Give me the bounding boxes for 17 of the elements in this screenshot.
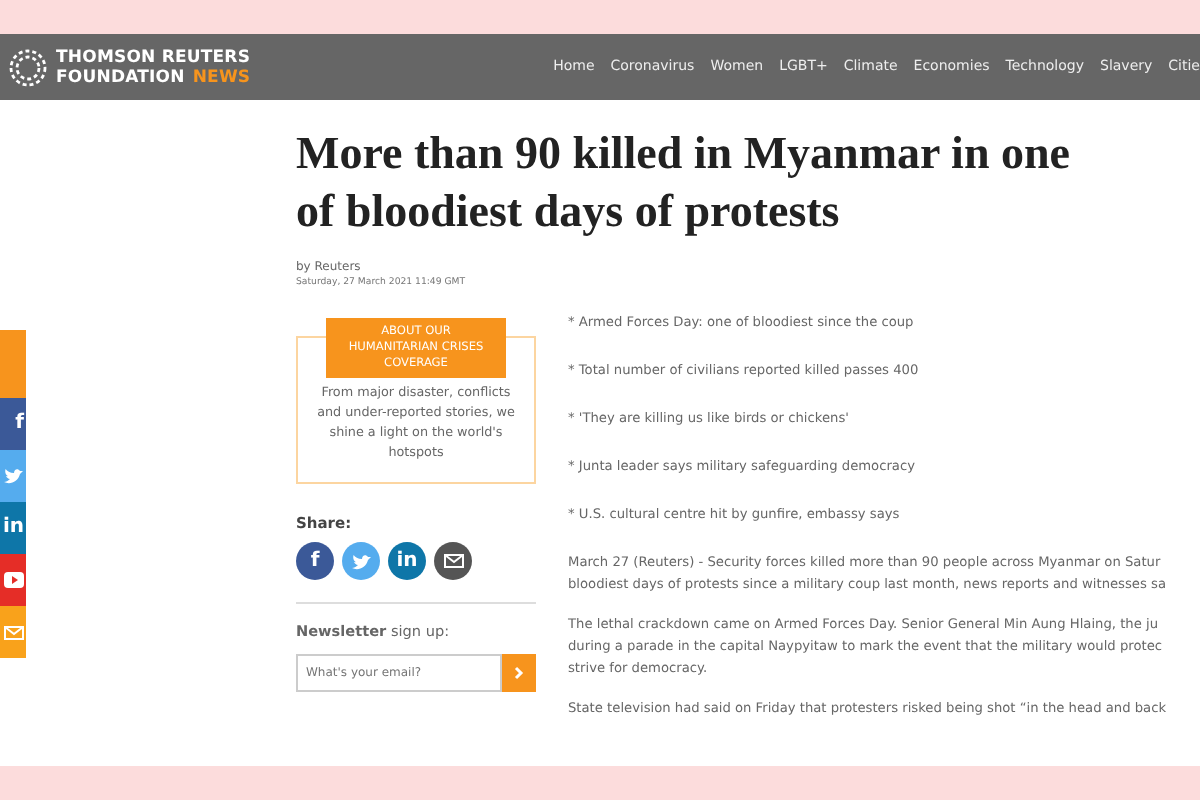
facebook-share-button[interactable]: f <box>296 542 334 581</box>
article-title: More than 90 killed in Myanmar in one of bloodiest days of protests <box>296 126 1072 240</box>
chevron-icon <box>514 666 524 681</box>
logo-text: FOUNDATION <box>56 67 185 87</box>
linkedin-share-button[interactable]: in <box>388 542 426 581</box>
logo-icon <box>8 47 48 87</box>
twitter-share-button[interactable] <box>0 450 26 502</box>
logo-text: THOMSON REUTERS <box>56 47 251 67</box>
facebook-share-button[interactable]: f <box>0 398 26 450</box>
email-share-button[interactable] <box>434 542 472 581</box>
submit-button[interactable] <box>502 654 536 693</box>
bird-icon <box>351 553 371 570</box>
envelope-icon <box>443 554 463 569</box>
twitter-share-button[interactable] <box>342 542 380 581</box>
logo-accent-text: NEWS <box>192 67 251 87</box>
linkedin-share-button[interactable]: in <box>0 502 26 554</box>
youtube-share-button[interactable] <box>0 554 26 606</box>
